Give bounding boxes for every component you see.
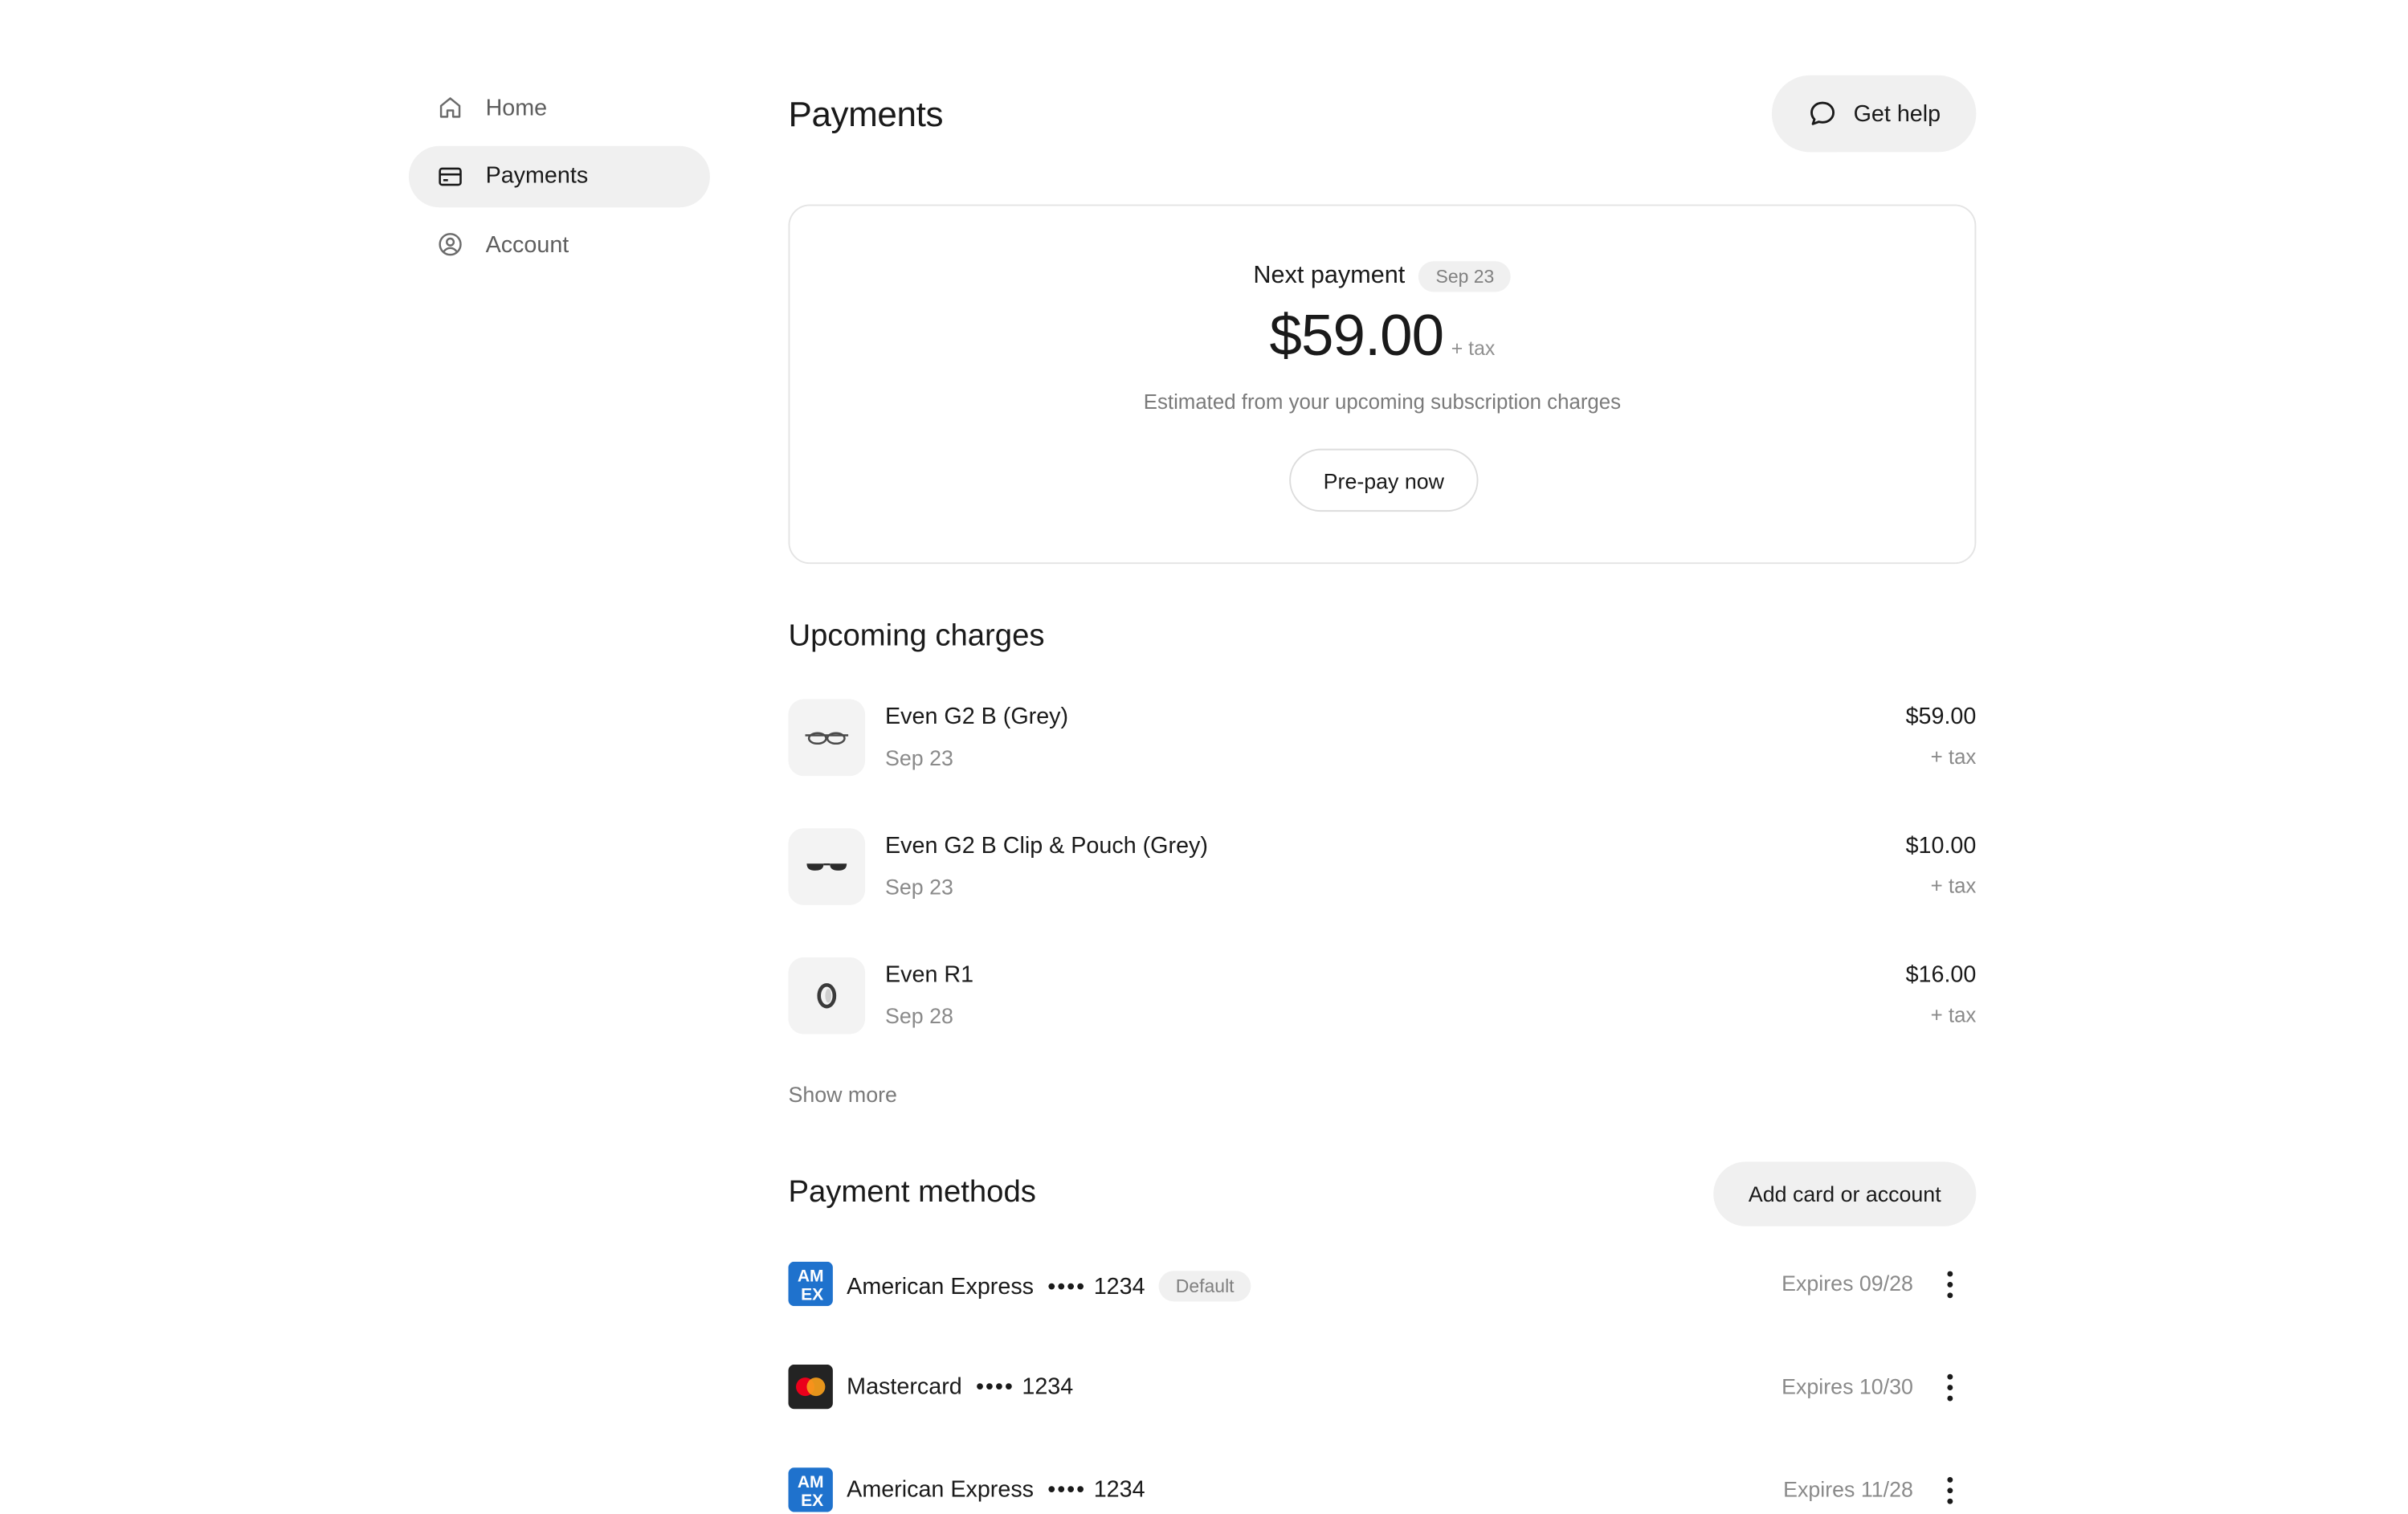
card-last4: 1234 [1022,1373,1074,1400]
charge-name: Even G2 B (Grey) [885,704,1069,730]
amex-logo-icon: AM EX [788,1467,833,1512]
add-card-button[interactable]: Add card or account [1713,1161,1977,1226]
product-thumbnail [788,957,866,1034]
masked-dots: •••• [1047,1476,1087,1504]
charge-date: Sep 23 [885,874,953,900]
svg-text:AM: AM [798,1473,824,1492]
masked-dots: •••• [975,1373,1014,1400]
sidebar-item-home[interactable]: Home [409,77,710,139]
card-expiry: Expires 10/30 [1782,1373,1913,1399]
payment-method-brand: American Express [847,1476,1035,1504]
card-expiry: Expires 09/28 [1782,1271,1913,1296]
next-payment-amount: $59.00 [1269,304,1445,369]
page: Home Payments Account Payments Get help [0,0,2408,1512]
charge-amount: $59.00 [1905,704,1977,730]
sidebar-item-label: Payments [485,162,589,190]
payment-methods-title: Payment methods [788,1175,1036,1210]
card-expiry: Expires 11/28 [1783,1476,1913,1502]
get-help-label: Get help [1853,100,1941,127]
sidebar: Home Payments Account [408,77,710,282]
charge-tax: + tax [1930,874,1977,898]
page-header: Payments Get help [788,75,1977,153]
amex-logo-icon: AM EX [788,1261,833,1307]
more-options-icon[interactable] [1939,1371,1961,1405]
charge-date: Sep 23 [885,745,953,770]
get-help-button[interactable]: Get help [1771,75,1977,153]
product-thumbnail [788,699,866,777]
sidebar-item-account[interactable]: Account [409,214,710,275]
credit-card-icon [436,162,463,190]
svg-text:EX: EX [801,1286,823,1304]
home-icon [436,94,463,121]
payment-method-row[interactable]: Mastercard •••• 1234 Expires 10/30 [788,1364,1976,1410]
card-last4: 1234 [1093,1273,1145,1300]
clip-lenses-icon [806,863,847,871]
charge-row[interactable]: Even G2 B (Grey) Sep 23 $59.00 + tax [788,699,1977,777]
upcoming-charges-title: Upcoming charges [788,619,1045,654]
charge-row[interactable]: Even R1 Sep 28 $16.00 + tax [788,957,1976,1034]
next-payment-tax: + tax [1451,336,1496,360]
next-payment-note: Estimated from your upcoming subscriptio… [1143,390,1622,414]
more-options-icon[interactable] [1939,1267,1961,1301]
charge-tax: + tax [1930,745,1977,769]
payment-method-row[interactable]: AM EX American Express •••• 1234 Default … [788,1261,1976,1308]
charge-row[interactable]: Even G2 B Clip & Pouch (Grey) Sep 23 $10… [788,828,1976,905]
next-payment-card: Next payment Sep 23 $59.00 + tax Estimat… [788,204,1977,565]
default-badge: Default [1158,1271,1251,1302]
masked-dots: •••• [1047,1273,1087,1300]
sidebar-item-label: Home [485,94,548,121]
next-payment-date-badge: Sep 23 [1418,261,1512,292]
svg-text:EX: EX [801,1492,823,1510]
payment-method-brand: Mastercard [847,1373,962,1400]
sidebar-item-payments[interactable]: Payments [408,145,710,207]
pre-pay-now-button[interactable]: Pre-pay now [1289,448,1479,512]
more-options-icon[interactable] [1939,1474,1961,1508]
sidebar-item-label: Account [485,231,569,258]
svg-text:AM: AM [798,1267,824,1286]
charge-tax: + tax [1930,1003,1977,1027]
next-payment-label: Next payment [1253,263,1406,289]
charge-date: Sep 28 [885,1003,953,1028]
charge-amount: $10.00 [1905,832,1977,859]
glasses-icon [805,732,849,745]
show-more-link[interactable]: Show more [788,1082,896,1107]
chat-bubble-icon [1810,101,1835,125]
charge-name: Even G2 B Clip & Pouch (Grey) [885,832,1208,859]
charge-name: Even R1 [885,961,974,989]
user-circle-icon [436,231,463,258]
card-last4: 1234 [1093,1476,1145,1504]
page-title: Payments [788,93,944,134]
mastercard-logo-icon [788,1364,833,1410]
charge-amount: $16.00 [1905,961,1977,989]
product-thumbnail [788,828,866,905]
ring-icon [817,983,837,1009]
payment-method-brand: American Express [847,1273,1035,1300]
